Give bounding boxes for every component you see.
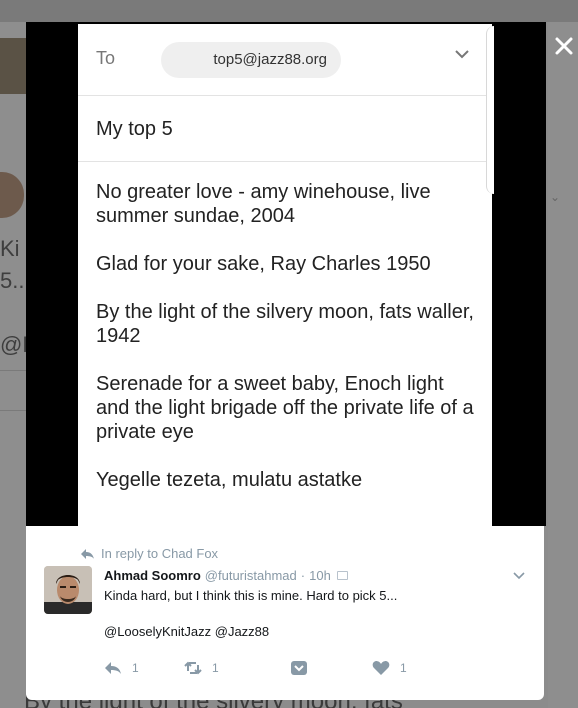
- reply-icon: [105, 662, 121, 674]
- retweet-button[interactable]: 1: [184, 660, 219, 676]
- separator-dot: ·: [300, 568, 306, 583]
- tweet-timestamp[interactable]: 10h: [309, 568, 331, 583]
- background-top-bar: [0, 0, 578, 22]
- background-left-strip: [0, 22, 26, 708]
- email-body-line: No greater love - amy winehouse, live su…: [96, 181, 431, 227]
- email-body-line: Glad for your sake, Ray Charles 1950: [96, 253, 431, 275]
- background-thumbnail: [0, 38, 26, 94]
- like-count: 1: [400, 661, 407, 675]
- background-right-strip: [548, 22, 578, 708]
- to-row: To top5@jazz88.org: [78, 24, 492, 96]
- direct-message-icon: [291, 661, 307, 675]
- tweet-text: Kinda hard, but I think this is mine. Ha…: [104, 588, 398, 603]
- avatar[interactable]: [44, 566, 92, 614]
- email-body-line: Serenade for a sweet baby, Enoch light a…: [96, 373, 474, 443]
- email-body-line: By the light of the silvery moon, fats w…: [96, 301, 474, 347]
- background-partial-text: 5..: [0, 268, 25, 293]
- heart-icon: [372, 661, 390, 675]
- email-compose-image[interactable]: To top5@jazz88.org My top 5 No greater l…: [78, 24, 492, 526]
- tweet-actions: 1 1 1: [104, 660, 407, 678]
- email-scroll-edge: [486, 26, 494, 194]
- like-button[interactable]: 1: [372, 660, 407, 676]
- chevron-down-icon[interactable]: [512, 568, 526, 582]
- tweet-card[interactable]: In reply to Chad Fox Ahmad Soomro @futur…: [26, 526, 544, 700]
- subject-row: My top 5: [78, 96, 492, 162]
- retweet-count: 1: [212, 661, 219, 675]
- background-partial-text: Ki: [0, 236, 20, 261]
- close-icon: [555, 37, 573, 55]
- avatar-image: [44, 566, 92, 614]
- reply-arrow-icon: [81, 548, 94, 559]
- tweet-header: Ahmad Soomro @futuristahmad · 10h: [104, 568, 348, 583]
- close-button[interactable]: [552, 34, 576, 58]
- direct-message-button[interactable]: [290, 660, 308, 676]
- email-body-line: Yegelle tezeta, mulatu astatke: [96, 469, 363, 491]
- reply-context[interactable]: In reply to Chad Fox: [80, 546, 218, 561]
- author-handle[interactable]: @futuristahmad: [205, 568, 297, 583]
- author-name[interactable]: Ahmad Soomro: [104, 568, 201, 583]
- tweet-mentions[interactable]: @LooselyKnitJazz @Jazz88: [104, 624, 269, 639]
- retweet-icon: [184, 661, 202, 675]
- media-card-icon: [336, 571, 348, 580]
- background-chevron-icon: ⌄: [550, 190, 561, 204]
- to-label: To: [96, 48, 116, 68]
- reply-count: 1: [132, 661, 139, 675]
- email-subject: My top 5: [96, 118, 173, 140]
- background-divider: [0, 370, 26, 371]
- email-body: No greater love - amy winehouse, live su…: [96, 180, 476, 516]
- background-divider: [0, 410, 26, 411]
- reply-to-text: In reply to Chad Fox: [101, 546, 219, 561]
- recipient-chip: top5@jazz88.org: [161, 42, 341, 78]
- chevron-down-icon: [455, 50, 469, 59]
- reply-button[interactable]: 1: [104, 660, 139, 676]
